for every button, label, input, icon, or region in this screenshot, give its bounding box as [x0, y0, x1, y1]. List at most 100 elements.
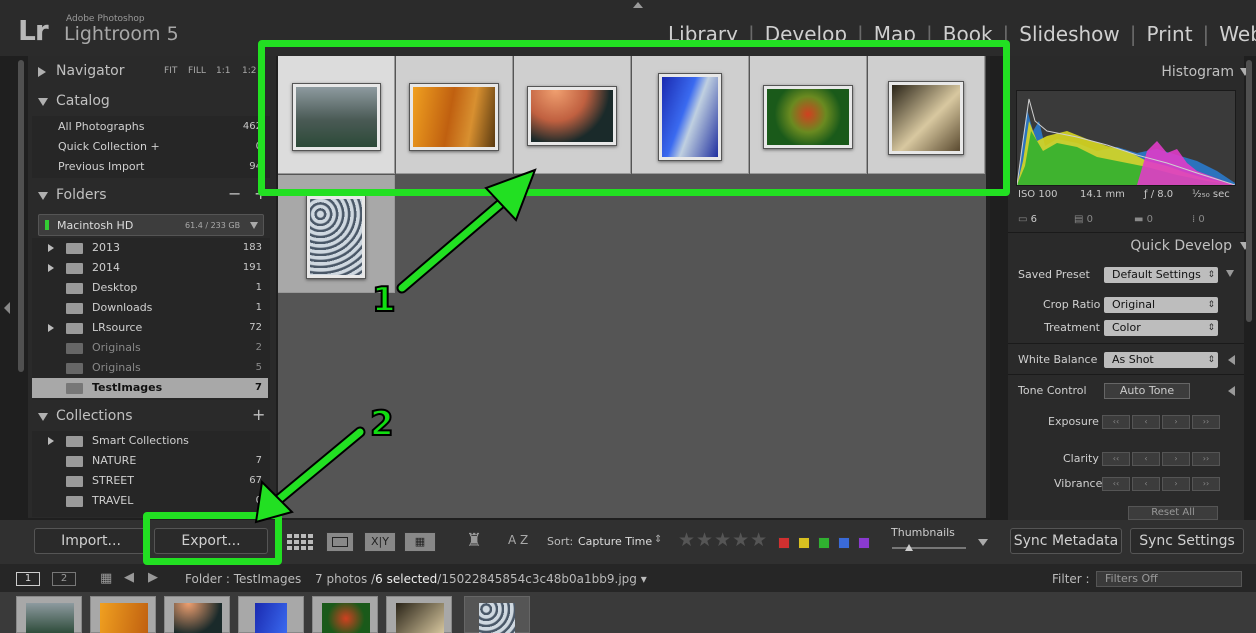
remove-folder-button[interactable]: − [228, 181, 241, 207]
collection-item-nature[interactable]: NATURE 7 [32, 451, 268, 471]
vibrance-decrease[interactable]: ‹ [1132, 477, 1160, 491]
folders-header[interactable]: Folders − + [28, 182, 276, 208]
label-purple-swatch[interactable] [858, 537, 870, 549]
quick-develop-title[interactable]: Quick Develop [1130, 238, 1232, 254]
sync-settings-button[interactable]: Sync Settings [1130, 528, 1244, 554]
folder-item-lrsource[interactable]: LRsource 72 [32, 318, 268, 338]
volume-macintosh-hd[interactable]: Macintosh HD 61.4 / 233 GB [38, 214, 264, 236]
clarity-increase[interactable]: › [1162, 452, 1190, 466]
sort-direction-icon[interactable]: A Z [508, 533, 528, 547]
collection-item-street[interactable]: STREET 67 [32, 471, 268, 491]
preset-expand-icon[interactable] [1226, 270, 1234, 277]
zoom-1-1[interactable]: 1:1 [216, 58, 230, 84]
clarity-decrease[interactable]: ‹ [1132, 452, 1160, 466]
vibrance-decrease-large[interactable]: ‹‹ [1102, 477, 1130, 491]
back-arrow-icon[interactable]: ◀ [124, 570, 134, 585]
clarity-increase-large[interactable]: ›› [1192, 452, 1220, 466]
selection-info[interactable]: 7 photos /6 selected/15022845854c3c48b0a… [315, 572, 647, 586]
thumbnail-spheres [310, 199, 362, 275]
saved-preset-select[interactable]: Default Settings [1104, 267, 1218, 283]
histogram-title[interactable]: Histogram [1161, 64, 1234, 80]
right-panel-scrollbar[interactable] [1246, 60, 1252, 322]
filmstrip-thumb-forest-light[interactable] [386, 596, 452, 633]
module-web[interactable]: Web [1219, 22, 1256, 46]
module-slideshow[interactable]: Slideshow [1019, 22, 1120, 46]
auto-tone-button[interactable]: Auto Tone [1104, 383, 1190, 399]
exposure-decrease[interactable]: ‹ [1132, 415, 1160, 429]
vibrance-increase-large[interactable]: ›› [1192, 477, 1220, 491]
label-red-swatch[interactable] [778, 537, 790, 549]
folder-item-originals-missing-2[interactable]: Originals 5 [32, 358, 268, 378]
grid-shortcut-icon[interactable]: ▦ [100, 571, 112, 586]
filmstrip-thumb-insect[interactable] [312, 596, 378, 633]
grid-view-icon[interactable] [286, 532, 314, 552]
slider-thumb-icon[interactable] [905, 544, 913, 551]
clarity-decrease-large[interactable]: ‹‹ [1102, 452, 1130, 466]
folder-item-desktop[interactable]: Desktop 1 [32, 278, 268, 298]
filmstrip-thumb-spheres[interactable] [464, 596, 530, 633]
folder-item-2014[interactable]: 2014 191 [32, 258, 268, 278]
left-panel-scrollbar[interactable] [18, 60, 24, 372]
screen-1-button[interactable]: 1 [16, 572, 40, 586]
folder-icon [66, 383, 83, 394]
folder-item-originals-missing[interactable]: Originals 2 [32, 338, 268, 358]
catalog-item-all-photographs[interactable]: All Photographs 462 [32, 117, 268, 137]
zoom-fit[interactable]: FIT [164, 58, 177, 84]
tone-expand-icon[interactable] [1228, 386, 1235, 396]
exposure-row: Exposure ‹‹ ‹ › ›› [1008, 411, 1244, 433]
collections-header[interactable]: Collections + [28, 403, 276, 429]
screen-2-button[interactable]: 2 [52, 572, 76, 586]
collection-list: Smart Collections NATURE 7 STREET 67 TRAVE… [32, 431, 270, 517]
exposure-decrease-large[interactable]: ‹‹ [1102, 415, 1130, 429]
label-yellow-swatch[interactable] [798, 537, 810, 549]
treatment-select[interactable]: Color [1104, 320, 1218, 336]
sort-select-arrow-icon[interactable]: ⇕ [654, 534, 662, 545]
collection-item-travel[interactable]: TRAVEL 0 [32, 491, 268, 511]
folder-item-downloads[interactable]: Downloads 1 [32, 298, 268, 318]
forward-arrow-icon[interactable]: ▶ [148, 570, 158, 585]
reset-all-button[interactable]: Reset All [1128, 506, 1218, 520]
toolbar-menu-icon[interactable] [978, 539, 988, 546]
exif-iso: ISO 100 [1018, 189, 1058, 200]
source-label[interactable]: Folder : TestImages [185, 572, 301, 586]
loupe-view-icon[interactable] [326, 532, 354, 552]
module-print[interactable]: Print [1147, 22, 1193, 46]
wb-expand-icon[interactable] [1228, 355, 1235, 365]
exposure-increase-large[interactable]: ›› [1192, 415, 1220, 429]
catalog-item-previous-import[interactable]: Previous Import 94 [32, 157, 268, 177]
survey-view-icon[interactable]: ▦ [404, 532, 436, 552]
filter-select[interactable]: Filters Off [1096, 571, 1242, 587]
filmstrip-thumb-architecture[interactable] [164, 596, 230, 633]
zoom-1-2[interactable]: 1:2 [242, 58, 256, 84]
white-balance-select[interactable]: As Shot [1104, 352, 1218, 368]
vibrance-increase[interactable]: › [1162, 477, 1190, 491]
import-button[interactable]: Import... [34, 528, 148, 554]
collapse-top-arrow-icon[interactable] [633, 2, 643, 8]
sort-select[interactable]: Capture Time [578, 535, 652, 548]
volume-menu-icon[interactable] [250, 222, 258, 229]
thumbnail-size-slider[interactable] [892, 547, 966, 549]
rating-stars[interactable]: ★★★★★ [678, 529, 768, 551]
folder-item-2013[interactable]: 2013 183 [32, 238, 268, 258]
compare-view-icon[interactable]: X|Y [364, 532, 396, 552]
crop-ratio-select[interactable]: Original [1104, 297, 1218, 313]
exif-aperture: ƒ / 8.0 [1144, 189, 1174, 200]
navigator-header[interactable]: Navigator FIT FILL 1:1 1:2 [28, 58, 276, 84]
sync-metadata-button[interactable]: Sync Metadata [1010, 528, 1122, 554]
label-green-swatch[interactable] [818, 537, 830, 549]
filmstrip-thumb-autumn[interactable] [90, 596, 156, 633]
folders-title: Folders [56, 187, 107, 203]
exposure-increase[interactable]: › [1162, 415, 1190, 429]
spray-can-icon[interactable]: ♜ [466, 530, 482, 551]
folder-item-testimages[interactable]: TestImages 7 [32, 378, 268, 398]
filmstrip-thumb-lake[interactable] [16, 596, 82, 633]
left-panel-toggle-icon[interactable] [4, 302, 10, 314]
missing-folder-icon [66, 343, 83, 354]
filmstrip-thumb-blue-building[interactable] [238, 596, 304, 633]
catalog-header[interactable]: Catalog [28, 88, 276, 114]
zoom-fill[interactable]: FILL [188, 58, 206, 84]
collection-item-smart-collections[interactable]: Smart Collections [32, 431, 268, 451]
catalog-item-quick-collection[interactable]: Quick Collection +0 [32, 137, 268, 157]
add-collection-button[interactable]: + [252, 402, 265, 428]
label-blue-swatch[interactable] [838, 537, 850, 549]
